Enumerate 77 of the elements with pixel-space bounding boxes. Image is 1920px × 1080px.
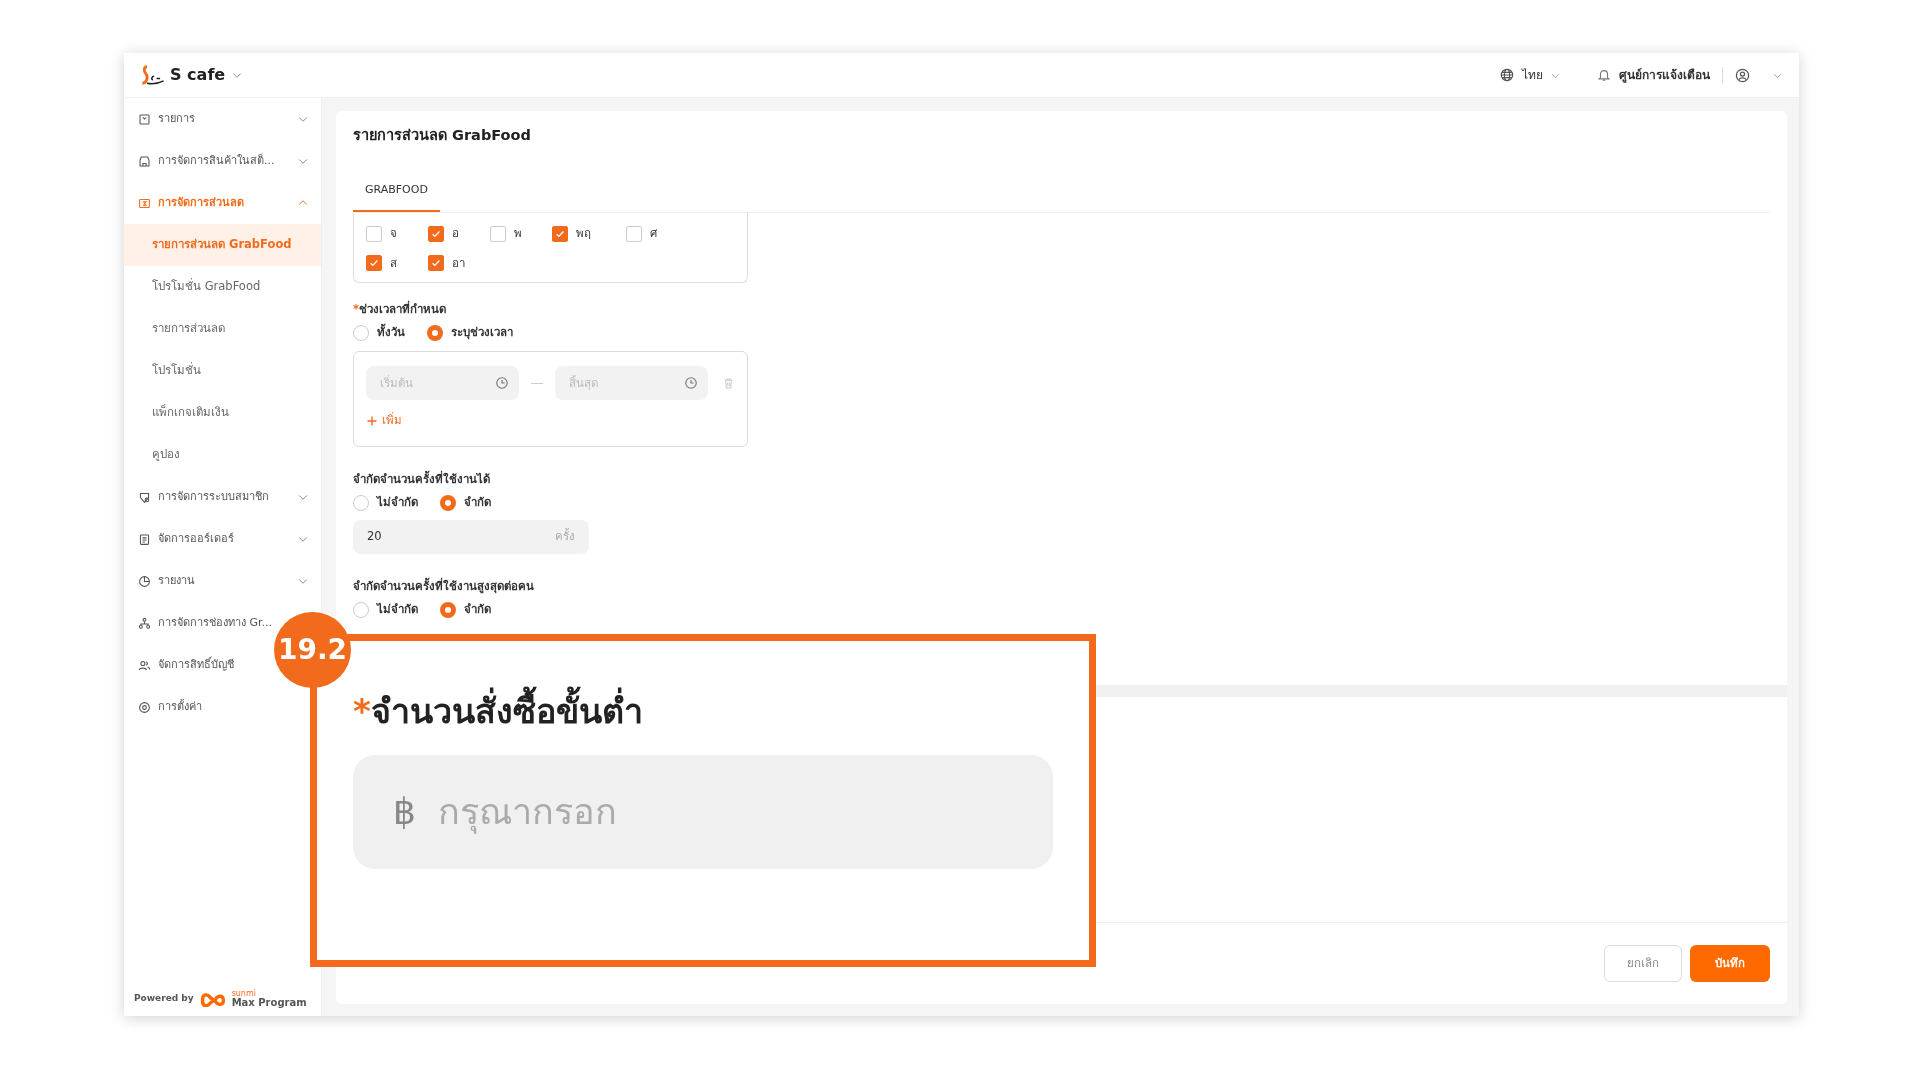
page-title: รายการส่วนลด GrabFood bbox=[353, 126, 532, 145]
pie-chart-icon bbox=[138, 574, 151, 588]
radio-label: ทั้งวัน bbox=[377, 324, 405, 341]
checkbox[interactable] bbox=[366, 255, 382, 272]
radio-label: จำกัด bbox=[464, 494, 491, 512]
users-icon bbox=[138, 658, 151, 672]
required-mark: * bbox=[353, 690, 371, 733]
field-label: จำกัดจำนวนครั้งที่ใช้งานสูงสุดต่อคน bbox=[353, 577, 535, 595]
radio-label: ไม่จำกัด bbox=[377, 494, 418, 512]
language-selector[interactable]: ไทย bbox=[1522, 66, 1543, 84]
step-badge: 19.2 bbox=[274, 612, 352, 688]
radio-button[interactable] bbox=[353, 601, 369, 618]
day-label: พ bbox=[514, 225, 522, 243]
day-label: ศ bbox=[650, 225, 657, 243]
checkbox[interactable] bbox=[490, 225, 506, 242]
currency-prefix: ฿ bbox=[393, 789, 416, 834]
brand-name[interactable]: S cafe bbox=[170, 63, 226, 87]
day-label: พฤ bbox=[576, 225, 591, 243]
tab[interactable]: GRABFOOD bbox=[353, 172, 440, 213]
checkbox[interactable] bbox=[626, 225, 642, 242]
sidebar-item[interactable]: การตั้งค่า bbox=[124, 686, 202, 728]
sidebar-subitem[interactable]: โปรโมชั่น GrabFood bbox=[124, 266, 321, 308]
radio-label: จำกัด bbox=[464, 600, 491, 618]
day-label: อา bbox=[452, 254, 465, 272]
sidebar-item[interactable]: รายงาน bbox=[124, 560, 321, 602]
radio-button[interactable] bbox=[353, 324, 369, 341]
sidebar-subitem[interactable]: โปรโมชั่น bbox=[124, 350, 321, 392]
sidebar-subitem[interactable]: รายการส่วนลด bbox=[124, 308, 321, 350]
store-icon bbox=[138, 154, 151, 168]
required-mark: * bbox=[353, 301, 359, 316]
sidebar-item[interactable]: จัดการออร์เดอร์ bbox=[124, 518, 321, 560]
field-value: 20 bbox=[367, 528, 382, 545]
maker-label: sunmi bbox=[231, 990, 257, 998]
radio-button[interactable] bbox=[440, 495, 456, 511]
cancel-button[interactable]: ยกเลิก bbox=[1604, 945, 1682, 982]
sidebar-subitem[interactable]: คูปอง bbox=[124, 434, 321, 476]
usage-count-field[interactable]: 20 ครั้ง bbox=[353, 519, 589, 554]
checkbox[interactable] bbox=[428, 255, 444, 272]
clock-icon bbox=[495, 376, 510, 391]
plus-icon bbox=[366, 414, 378, 427]
sidebar-item[interactable]: รายการ bbox=[124, 98, 321, 140]
globe-icon[interactable] bbox=[1500, 68, 1514, 82]
sidebar-item[interactable]: การจัดการระบบสมาชิก bbox=[124, 476, 321, 518]
placeholder-text: กรุณากรอก bbox=[437, 789, 617, 836]
powered-by-label: Powered by bbox=[134, 992, 194, 1006]
radio-button[interactable] bbox=[440, 601, 456, 618]
radio-label: ระบุช่วงเวลา bbox=[451, 324, 513, 342]
settings-icon bbox=[138, 700, 151, 714]
sidebar-item[interactable]: จัดการสิทธิ์บัญชี bbox=[124, 644, 234, 686]
day-label: จ bbox=[390, 225, 397, 243]
field-label: ช่วงเวลาที่กำหนด bbox=[359, 301, 446, 316]
logo-icon bbox=[140, 64, 166, 86]
clipboard-icon bbox=[138, 532, 151, 546]
member-icon bbox=[138, 490, 151, 504]
checkbox[interactable] bbox=[552, 225, 568, 242]
field-label: จำกัดจำนวนครั้งที่ใช้งานได้ bbox=[353, 471, 491, 489]
sidebar-subitem[interactable]: แพ็กเกจเติมเงิน bbox=[124, 392, 321, 434]
ticket-icon bbox=[138, 196, 151, 210]
radio-button[interactable] bbox=[353, 495, 369, 511]
unit-label: ครั้ง bbox=[555, 528, 575, 545]
hierarchy-icon bbox=[138, 616, 151, 630]
field-label: จำนวนสั่งซื้อขั้นต่ำ bbox=[370, 683, 643, 741]
product-name: Max Program bbox=[231, 998, 307, 1008]
sidebar-item[interactable]: การจัดการช่องทาง Gr... bbox=[124, 602, 273, 644]
bell-icon[interactable] bbox=[1597, 68, 1611, 82]
day-label: อ bbox=[452, 225, 459, 243]
clock-icon bbox=[684, 376, 698, 391]
checkbox[interactable] bbox=[366, 225, 382, 242]
sidebar-item[interactable]: การจัดการสินค้าในสต็... bbox=[124, 140, 321, 182]
day-label: ส bbox=[390, 254, 397, 272]
radio-button[interactable] bbox=[427, 324, 443, 341]
infinity-logo-icon bbox=[199, 991, 226, 1007]
list-icon bbox=[138, 112, 151, 126]
checkbox[interactable] bbox=[428, 225, 444, 242]
notification-center-link[interactable]: ศูนย์การแจ้งเตือน bbox=[1619, 66, 1710, 84]
radio-label: ไม่จำกัด bbox=[377, 600, 418, 618]
user-icon[interactable] bbox=[1735, 67, 1750, 83]
